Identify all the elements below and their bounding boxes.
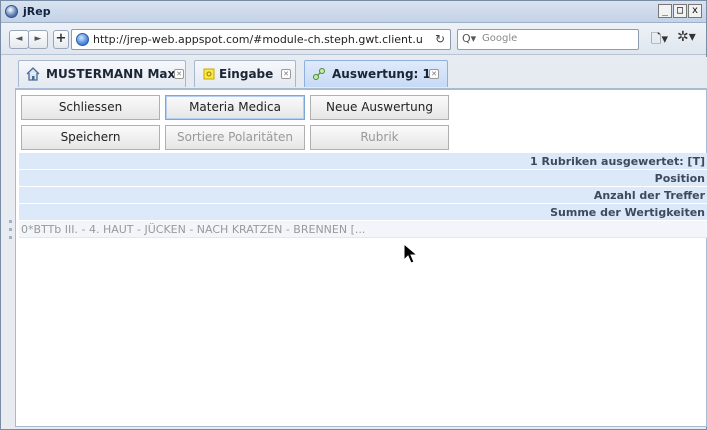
rubrik-button[interactable]: Rubrik (310, 125, 449, 150)
tab-label: Auswertung: 1 (332, 67, 431, 81)
forward-button[interactable]: ► (28, 30, 48, 49)
browser-window: jRep _ □ x ◄ ► + http://jrep-web.appspot… (0, 0, 707, 430)
materia-medica-button[interactable]: Materia Medica (165, 95, 305, 120)
tab-patient[interactable]: MUSTERMANN Max ✕ (18, 60, 186, 87)
new-tab-button[interactable]: + (53, 30, 69, 49)
minimize-button[interactable]: _ (658, 4, 672, 18)
window-title: jRep (23, 5, 51, 18)
sortiere-polaritaeten-button[interactable]: Sortiere Polaritäten (165, 125, 305, 150)
table-header-row: Anzahl der Treffer (19, 187, 707, 204)
search-placeholder: Google (482, 33, 518, 44)
mouse-cursor-icon (403, 243, 419, 264)
tab-auswertung[interactable]: Auswertung: 1 ✕ (304, 60, 448, 87)
speichern-button[interactable]: Speichern (21, 125, 160, 150)
gear-icon[interactable]: ✲▾ (677, 29, 696, 45)
table-header-row: 1 Rubriken ausgewertet: [T] (19, 153, 707, 170)
neue-auswertung-button[interactable]: Neue Auswertung (310, 95, 449, 120)
window-controls: _ □ x (658, 4, 702, 18)
back-button[interactable]: ◄ (9, 30, 29, 49)
title-bar: jRep _ □ x (1, 1, 706, 23)
search-icon: Q▾ (462, 32, 477, 45)
tab-close-icon[interactable]: ✕ (174, 69, 184, 79)
table-row[interactable]: 0*BTTb III. - 4. HAUT - JÜCKEN - NACH KR… (19, 221, 707, 238)
tab-label: MUSTERMANN Max (46, 67, 176, 81)
url-text: http://jrep-web.appspot.com/#module-ch.s… (93, 33, 423, 46)
schliessen-button[interactable]: Schliessen (21, 95, 160, 120)
maximize-button[interactable]: □ (673, 4, 687, 18)
tab-bar: MUSTERMANN Max ✕ Eingabe ✕ Auswertung: 1… (15, 57, 707, 89)
reload-icon[interactable]: ↻ (435, 32, 445, 46)
globe-icon (76, 33, 89, 46)
app-icon (5, 5, 18, 18)
tab-close-icon[interactable]: ✕ (281, 69, 291, 79)
search-input[interactable]: Q▾ Google (457, 29, 639, 50)
page-menu-icon[interactable]: 🗋▾ (651, 30, 668, 52)
home-icon (26, 67, 40, 81)
main-panel: Schliessen Materia Medica Neue Auswertun… (15, 89, 707, 427)
close-button[interactable]: x (688, 4, 702, 18)
navigation-bar: ◄ ► + http://jrep-web.appspot.com/#modul… (1, 23, 706, 55)
url-bar[interactable]: http://jrep-web.appspot.com/#module-ch.s… (71, 29, 451, 50)
tab-eingabe[interactable]: Eingabe ✕ (194, 60, 296, 87)
input-icon (203, 68, 215, 80)
table-header-row: Summe der Wertigkeiten (19, 204, 707, 221)
splitter-handle[interactable] (9, 220, 13, 250)
evaluation-icon (313, 68, 325, 80)
table-header-row: Position (19, 170, 707, 187)
tab-label: Eingabe (219, 67, 274, 81)
tab-close-icon[interactable]: ✕ (429, 69, 439, 79)
evaluation-table: 1 Rubriken ausgewertet: [T] Position Anz… (19, 153, 707, 238)
